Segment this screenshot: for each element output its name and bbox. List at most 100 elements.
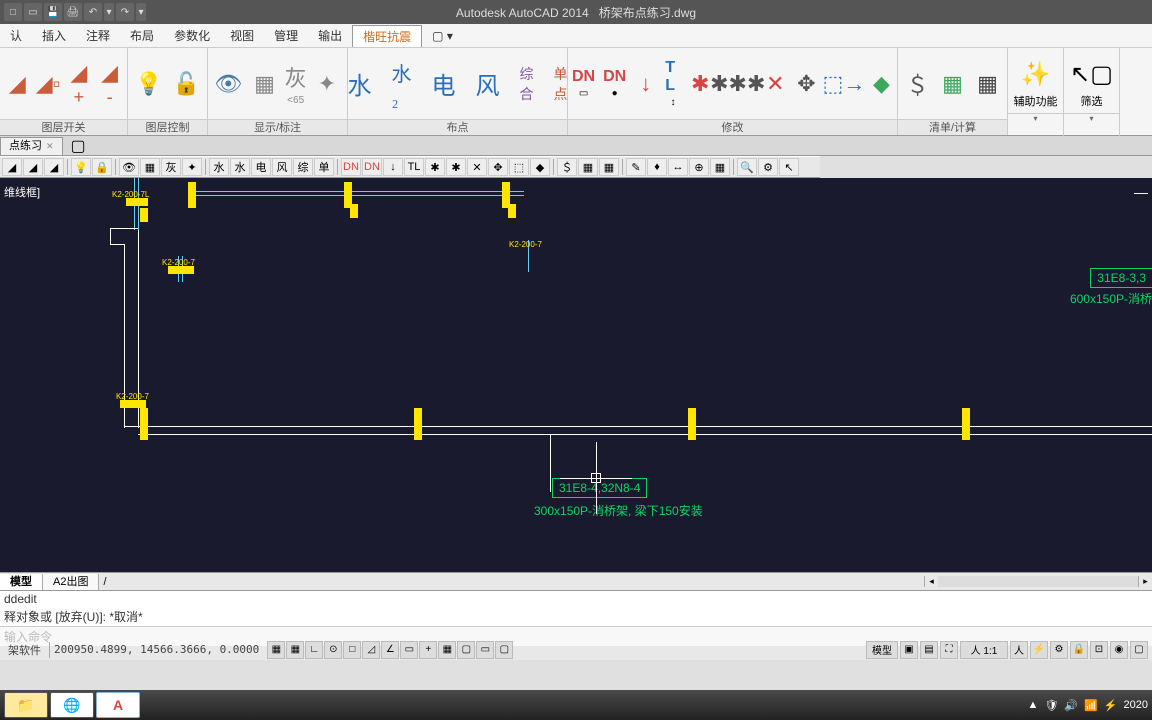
- model-space-button[interactable]: 模型: [866, 641, 898, 659]
- qat-undo-icon[interactable]: ↶: [84, 3, 102, 21]
- calc-icon[interactable]: ▦: [972, 64, 1003, 104]
- tb-arrow[interactable]: ↓: [383, 158, 403, 176]
- tray-power-icon[interactable]: ⚡: [1104, 699, 1118, 712]
- qat-redo-icon[interactable]: ↷: [116, 3, 134, 21]
- eye-icon[interactable]: 👁: [212, 64, 244, 104]
- dyn-toggle[interactable]: ▭: [400, 641, 418, 659]
- workspace-switch-icon[interactable]: ⚙: [1050, 641, 1068, 659]
- qat-undo-dropdown[interactable]: ▾: [104, 3, 114, 21]
- tb-rect[interactable]: ⬚: [509, 158, 529, 176]
- x-cross-icon[interactable]: ✕: [764, 64, 787, 104]
- tray-volume-icon[interactable]: 🔊: [1064, 699, 1078, 712]
- dn1-button[interactable]: DN▭: [572, 68, 595, 99]
- tray-up-icon[interactable]: ▲: [1028, 699, 1039, 711]
- tb-gray[interactable]: 灰: [161, 158, 181, 176]
- tb-bulb[interactable]: 💡: [71, 158, 91, 176]
- annotation-visibility-icon[interactable]: 人: [1010, 641, 1028, 659]
- status-layout-icon[interactable]: ▤: [920, 641, 938, 659]
- diamond-green-icon[interactable]: ◆: [870, 64, 893, 104]
- annotation-scale[interactable]: 人 1:1: [960, 641, 1008, 659]
- tb-star[interactable]: ✱: [425, 158, 445, 176]
- tab-view[interactable]: 视图: [220, 25, 264, 46]
- tb-calc[interactable]: ▦: [599, 158, 619, 176]
- gray-button[interactable]: 灰 <65: [285, 61, 307, 106]
- tb-layer3[interactable]: ◢: [44, 158, 64, 176]
- move-4way-icon[interactable]: ✥: [795, 64, 818, 104]
- hscroll-left[interactable]: ◂: [924, 576, 938, 587]
- tb-extra7[interactable]: ↖: [779, 158, 799, 176]
- wind-button[interactable]: 风: [468, 66, 508, 101]
- tray-network-icon[interactable]: 📶: [1084, 699, 1098, 712]
- qat-print-icon[interactable]: 🖨: [64, 3, 82, 21]
- tb-extra4[interactable]: ▦: [710, 158, 730, 176]
- tb-extra1[interactable]: ♦: [647, 158, 667, 176]
- toolbar-lock-icon[interactable]: 🔒: [1070, 641, 1088, 659]
- ortho-toggle[interactable]: ∟: [305, 641, 323, 659]
- status-grid-icon[interactable]: ▣: [900, 641, 918, 659]
- tb-dn1[interactable]: DN: [341, 158, 361, 176]
- qat-redo-dropdown[interactable]: ▾: [136, 3, 146, 21]
- tb-stars[interactable]: ✱: [446, 158, 466, 176]
- am-toggle[interactable]: ▢: [495, 641, 513, 659]
- layout-tab-a2[interactable]: A2出图: [43, 574, 99, 590]
- tb-wand[interactable]: ✎: [626, 158, 646, 176]
- status-maximize-icon[interactable]: ⛶: [940, 641, 958, 659]
- drawing-canvas[interactable]: 维线框] K2-200-7L K2-200-7 K2-200-7 K2-200-…: [0, 178, 1152, 572]
- stars-icon[interactable]: ✱✱✱: [720, 64, 756, 104]
- dn2-button[interactable]: DN●: [603, 68, 626, 99]
- qp-toggle[interactable]: ▢: [457, 641, 475, 659]
- tab-layout[interactable]: 布局: [120, 25, 164, 46]
- tb-single[interactable]: 单: [314, 158, 334, 176]
- annotation-autoscale-icon[interactable]: ⚡: [1030, 641, 1048, 659]
- qat-save-icon[interactable]: 💾: [44, 3, 62, 21]
- tb-extra2[interactable]: ↔: [668, 158, 688, 176]
- tb-eye[interactable]: 👁: [119, 158, 139, 176]
- bulb-icon[interactable]: 💡: [132, 64, 166, 104]
- tb-xcross[interactable]: ✕: [467, 158, 487, 176]
- tb-layer1[interactable]: ◢: [2, 158, 22, 176]
- filter-button[interactable]: ↖▢ 筛选 ▾: [1064, 48, 1120, 136]
- qat-open-icon[interactable]: ▭: [24, 3, 42, 21]
- tb-extra3[interactable]: ⊕: [689, 158, 709, 176]
- tray-shield-icon[interactable]: 🛡: [1044, 699, 1058, 712]
- polar-toggle[interactable]: ⊙: [324, 641, 342, 659]
- otrack-toggle[interactable]: ◿: [362, 641, 380, 659]
- water2-button[interactable]: 水₂: [384, 58, 420, 110]
- lock-icon[interactable]: 🔓: [170, 64, 204, 104]
- command-window[interactable]: ddedit 释对象或 [放弃(U)]: *取消* 输入命令: [0, 590, 1152, 638]
- grid-toggle[interactable]: ▦: [286, 641, 304, 659]
- close-tab-icon[interactable]: ✕: [46, 137, 54, 155]
- file-tab-active[interactable]: 点练习 ✕: [0, 137, 63, 155]
- minimize-viewport-icon[interactable]: —: [1134, 184, 1148, 200]
- tab-parametric[interactable]: 参数化: [164, 25, 220, 46]
- layer-btn-4[interactable]: ◢-: [96, 64, 123, 104]
- isolate-objects-icon[interactable]: ◉: [1110, 641, 1128, 659]
- osnap-toggle[interactable]: □: [343, 641, 361, 659]
- tab-kaiwang-seismic[interactable]: 楷旺抗震: [352, 25, 422, 47]
- water-button[interactable]: 水: [340, 66, 380, 101]
- tab-manage[interactable]: 管理: [264, 25, 308, 46]
- tb-water[interactable]: 水: [209, 158, 229, 176]
- new-tab-button[interactable]: ▢: [63, 136, 94, 156]
- snap-toggle[interactable]: ▦: [267, 641, 285, 659]
- tb-dollar[interactable]: ＄: [557, 158, 577, 176]
- combo-button[interactable]: 综合: [512, 64, 542, 104]
- tpi-toggle[interactable]: ▦: [438, 641, 456, 659]
- taskbar-explorer[interactable]: 📁: [4, 692, 48, 718]
- clean-screen-icon[interactable]: ▢: [1130, 641, 1148, 659]
- tb-lock[interactable]: 🔒: [92, 158, 112, 176]
- ducs-toggle[interactable]: ∠: [381, 641, 399, 659]
- taskbar-autocad[interactable]: A: [96, 692, 140, 718]
- tb-extra5[interactable]: 🔍: [737, 158, 757, 176]
- asterisk-red-icon[interactable]: ✱: [689, 64, 712, 104]
- tb-grid[interactable]: ▦: [140, 158, 160, 176]
- tb-extra6[interactable]: ⚙: [758, 158, 778, 176]
- tb-diamond[interactable]: ◆: [530, 158, 550, 176]
- arrow-down-icon[interactable]: ↓: [634, 64, 657, 104]
- tb-elec[interactable]: 电: [251, 158, 271, 176]
- layer-btn-1[interactable]: ◢: [4, 64, 31, 104]
- tb-dn2[interactable]: DN: [362, 158, 382, 176]
- rect-arrow-icon[interactable]: ⬚→: [826, 64, 862, 104]
- layout-tab-model[interactable]: 模型: [0, 574, 43, 590]
- tl-button[interactable]: T L↕: [665, 59, 680, 108]
